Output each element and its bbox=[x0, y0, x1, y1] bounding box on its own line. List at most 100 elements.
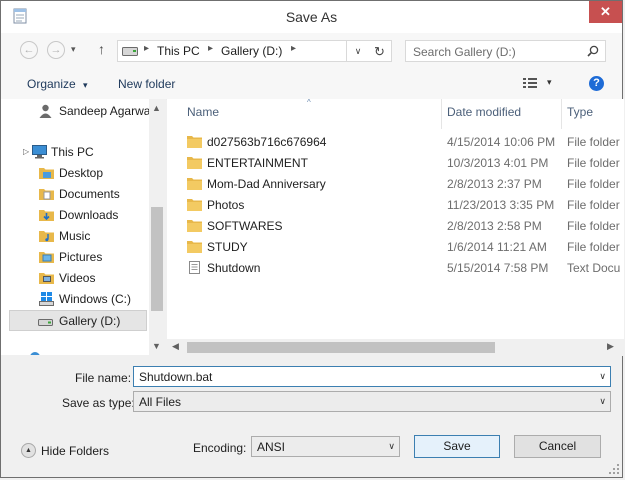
save-as-dialog: Save As ✕ ← → ▾ ↑ ▸ This PC ▸ Gallery (D… bbox=[0, 0, 624, 478]
close-button[interactable]: ✕ bbox=[589, 1, 622, 23]
file-row[interactable]: Mom-Dad Anniversary 2/8/2013 2:37 PM Fil… bbox=[167, 173, 624, 194]
chevron-down-icon[interactable]: ∨ bbox=[599, 371, 606, 382]
file-type: File folder bbox=[567, 198, 620, 212]
breadcrumb-separator: ▸ bbox=[144, 43, 150, 54]
nav-item-desktop[interactable]: Desktop bbox=[1, 163, 149, 184]
drive-icon bbox=[38, 319, 53, 326]
encoding-select[interactable]: ANSI ∨ bbox=[251, 436, 400, 457]
file-list-scrollbar[interactable]: ◀ ▶ bbox=[167, 339, 624, 356]
nav-item-user[interactable]: Sandeep Agarwa bbox=[1, 101, 149, 122]
search-placeholder: Search Gallery (D:) bbox=[413, 45, 516, 59]
scroll-down-button[interactable]: ▼ bbox=[152, 341, 161, 351]
nav-item-videos[interactable]: Videos bbox=[1, 268, 149, 289]
nav-item-label: Downloads bbox=[59, 208, 119, 222]
title-bar: Save As ✕ bbox=[1, 1, 622, 33]
nav-item-label: Desktop bbox=[59, 166, 104, 180]
scroll-left-button[interactable]: ◀ bbox=[172, 341, 179, 352]
search-icon bbox=[587, 45, 599, 57]
videos-folder-icon bbox=[39, 273, 54, 284]
documents-folder-icon bbox=[39, 189, 54, 200]
expand-icon[interactable]: ▷ bbox=[23, 147, 29, 156]
encoding-value: ANSI bbox=[257, 440, 286, 454]
scroll-up-button[interactable]: ▲ bbox=[152, 103, 161, 113]
resize-grip-icon[interactable] bbox=[609, 464, 619, 474]
breadcrumb-separator: ▸ bbox=[208, 43, 214, 54]
column-header-name[interactable]: Name bbox=[187, 105, 219, 119]
file-date: 2/8/2013 2:37 PM bbox=[447, 177, 542, 191]
organize-label: Organize bbox=[27, 77, 76, 91]
cancel-button[interactable]: Cancel bbox=[514, 435, 601, 458]
folder-icon bbox=[187, 178, 202, 190]
nav-item-label: Music bbox=[59, 229, 91, 243]
file-row[interactable]: STUDY 1/6/2014 11:21 AM File folder bbox=[167, 236, 624, 257]
nav-item-this-pc[interactable]: ▷ This PC bbox=[1, 142, 149, 163]
nav-item-label: Windows (C:) bbox=[59, 292, 132, 306]
column-divider[interactable] bbox=[441, 99, 442, 129]
navigation-pane-scrollbar[interactable]: ▲ ▼ bbox=[149, 99, 166, 355]
nav-item-documents[interactable]: Documents bbox=[1, 184, 149, 205]
network-icon bbox=[30, 352, 40, 355]
view-options-icon[interactable] bbox=[523, 77, 537, 89]
nav-item-label: Gallery (D:) bbox=[59, 314, 121, 328]
window-title: Save As bbox=[285, 9, 338, 25]
save-button[interactable]: Save bbox=[414, 435, 500, 458]
column-header-type[interactable]: Type bbox=[567, 105, 593, 119]
nav-item-downloads[interactable]: Downloads bbox=[1, 205, 149, 226]
music-folder-icon bbox=[39, 231, 54, 242]
file-type: File folder bbox=[567, 219, 620, 233]
file-date: 2/8/2013 2:58 PM bbox=[447, 219, 542, 233]
navigation-pane: Sandeep Agarwa ▷ This PC Desktop Documen… bbox=[1, 99, 149, 355]
address-dropdown-button[interactable]: ∨ bbox=[346, 40, 369, 62]
nav-item-windows-c[interactable]: Windows (C:) bbox=[1, 289, 149, 310]
chevron-down-icon: ∨ bbox=[599, 396, 606, 406]
nav-item-gallery-d[interactable]: Gallery (D:) bbox=[9, 310, 147, 331]
organize-button[interactable]: Organize ▾ bbox=[27, 77, 88, 91]
column-header-date-modified[interactable]: Date modified bbox=[447, 105, 521, 119]
file-row[interactable]: SOFTWARES 2/8/2013 2:58 PM File folder bbox=[167, 215, 624, 236]
nav-item-music[interactable]: Music bbox=[1, 226, 149, 247]
file-row[interactable]: Shutdown 5/15/2014 7:58 PM Text Docu bbox=[167, 257, 624, 278]
hide-folders-label: Hide Folders bbox=[41, 444, 110, 458]
folder-icon bbox=[187, 136, 202, 148]
file-name: d027563b716c676964 bbox=[207, 135, 327, 149]
help-button[interactable]: ? bbox=[589, 76, 604, 91]
up-button[interactable]: ↑ bbox=[98, 41, 105, 57]
file-row[interactable]: Photos 11/23/2013 3:35 PM File folder bbox=[167, 194, 624, 215]
nav-item-pictures[interactable]: Pictures bbox=[1, 247, 149, 268]
save-form: File name: Shutdown.bat ∨ Save as type: … bbox=[1, 356, 622, 477]
scroll-thumb[interactable] bbox=[187, 342, 495, 353]
scroll-thumb[interactable] bbox=[151, 207, 163, 311]
file-date: 5/15/2014 7:58 PM bbox=[447, 261, 549, 275]
file-row[interactable]: ENTERTAINMENT 10/3/2013 4:01 PM File fol… bbox=[167, 152, 624, 173]
file-name: SOFTWARES bbox=[207, 219, 283, 233]
column-divider[interactable] bbox=[561, 99, 562, 129]
file-row[interactable]: d027563b716c676964 4/15/2014 10:06 PM Fi… bbox=[167, 131, 624, 152]
user-icon bbox=[39, 104, 52, 118]
forward-button[interactable]: → bbox=[47, 41, 65, 59]
nav-item-label: Documents bbox=[59, 187, 120, 201]
refresh-button[interactable]: ↻ bbox=[368, 40, 392, 62]
nav-item-label: Sandeep Agarwa bbox=[59, 104, 149, 118]
save-as-type-label: Save as type: bbox=[62, 396, 135, 410]
file-type: File folder bbox=[567, 156, 620, 170]
file-name-value: Shutdown.bat bbox=[139, 370, 213, 384]
file-date: 1/6/2014 11:21 AM bbox=[447, 240, 547, 254]
new-folder-button[interactable]: New folder bbox=[118, 77, 175, 91]
desktop-folder-icon bbox=[39, 168, 54, 179]
view-dropdown-icon[interactable]: ▾ bbox=[547, 77, 552, 88]
breadcrumb-gallery-d[interactable]: Gallery (D:) bbox=[221, 44, 282, 58]
file-type: Text Docu bbox=[567, 261, 621, 275]
recent-locations-icon[interactable]: ▾ bbox=[71, 44, 76, 55]
back-button[interactable]: ← bbox=[20, 41, 38, 59]
computer-icon bbox=[32, 145, 47, 159]
breadcrumb-this-pc[interactable]: This PC bbox=[157, 44, 200, 58]
scroll-right-button[interactable]: ▶ bbox=[607, 341, 614, 352]
file-name-field[interactable]: Shutdown.bat ∨ bbox=[133, 366, 611, 387]
sort-ascending-icon: ^ bbox=[307, 99, 311, 107]
breadcrumb-separator: ▸ bbox=[291, 43, 297, 54]
save-as-type-value: All Files bbox=[139, 395, 182, 409]
search-input[interactable]: Search Gallery (D:) bbox=[405, 40, 606, 62]
save-as-type-select[interactable]: All Files ∨ bbox=[133, 391, 611, 412]
file-name: Photos bbox=[207, 198, 245, 212]
folder-icon bbox=[187, 220, 202, 232]
